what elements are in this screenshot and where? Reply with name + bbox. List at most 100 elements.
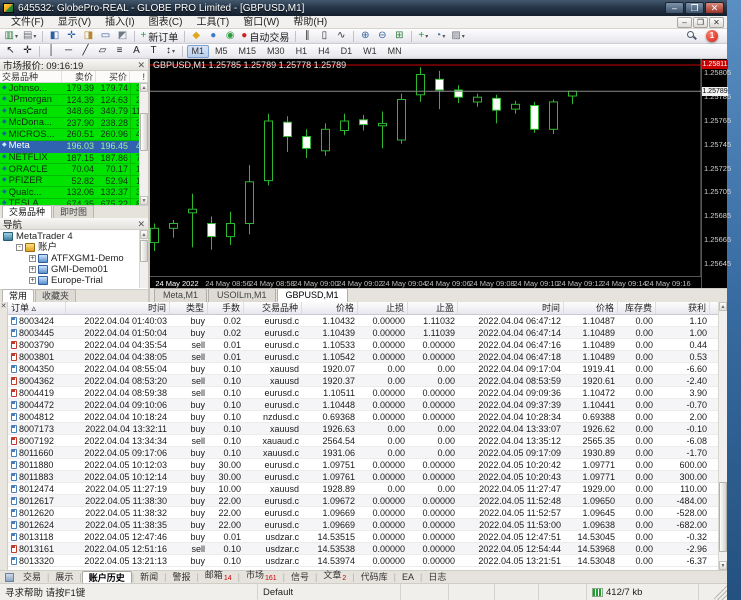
tree-expander-icon[interactable]: -: [16, 244, 23, 251]
order-row[interactable]: 80118832022.04.05 10:12:14buy30.00eurusd…: [8, 471, 718, 483]
menu-item-2[interactable]: 插入(I): [98, 16, 141, 29]
data-window-toggle[interactable]: ✛: [63, 30, 79, 43]
table-header-5[interactable]: 价格: [302, 302, 358, 314]
fibonacci-tool[interactable]: ≡: [112, 45, 128, 58]
order-row[interactable]: 80116602022.04.05 09:17:06buy0.10xauusd.…: [8, 447, 718, 459]
profiles-button[interactable]: ▤▾: [21, 30, 38, 43]
terminal-tab-1[interactable]: 展示: [49, 571, 79, 583]
menu-item-6[interactable]: 帮助(H): [286, 16, 334, 29]
scroll-down-icon[interactable]: ▼: [140, 196, 148, 205]
chart-tab-2[interactable]: GBPUSD,M1: [277, 288, 348, 302]
tree-expander-icon[interactable]: +: [29, 266, 36, 273]
text-tool[interactable]: A: [129, 45, 145, 58]
navigator-tab-1[interactable]: 收藏夹: [35, 289, 76, 302]
timeframe-h1-button[interactable]: H1: [291, 45, 313, 58]
market-watch-row[interactable]: ◆MICROS...260.51260.9645: [0, 129, 148, 141]
order-row[interactable]: 80071922022.04.04 13:34:34sell0.10xauaud…: [8, 435, 718, 447]
web-button[interactable]: ◉: [222, 30, 238, 43]
resize-grip[interactable]: [714, 584, 727, 600]
navigator-tab-0[interactable]: 常用: [2, 289, 34, 302]
scroll-thumb[interactable]: [719, 482, 727, 552]
scroll-up-icon[interactable]: ▲: [719, 302, 727, 311]
terminal-close-icon[interactable]: ✕: [1, 303, 7, 310]
chart-tab-0[interactable]: Meta,M1: [154, 288, 207, 302]
new-chart-button[interactable]: ▥▾: [3, 30, 20, 43]
new-order-button[interactable]: +新订单: [138, 30, 180, 43]
market-watch-column-0[interactable]: 交易品种: [0, 71, 62, 82]
time-axis[interactable]: 24 May 202224 May 08:5624 May 08:5824 Ma…: [150, 276, 701, 288]
timeframe-h4-button[interactable]: H4: [313, 45, 335, 58]
cursor-tool[interactable]: ↖: [3, 45, 19, 58]
terminal-tab-7[interactable]: 信号: [285, 571, 315, 583]
table-header-4[interactable]: 交易品种: [244, 302, 302, 314]
terminal-tab-2[interactable]: 账户历史: [82, 571, 132, 584]
market-watch-close-icon[interactable]: ✕: [137, 60, 145, 70]
order-row[interactable]: 80044192022.04.04 08:59:38sell0.10eurusd…: [8, 387, 718, 399]
terminal-toggle[interactable]: ▭: [97, 30, 113, 43]
community-button[interactable]: ●: [205, 30, 221, 43]
order-row[interactable]: 80038012022.04.04 04:38:05sell0.01eurusd…: [8, 351, 718, 363]
scroll-up-icon[interactable]: ▲: [140, 83, 148, 92]
navigator-toggle[interactable]: ◨: [80, 30, 96, 43]
market-watch-row[interactable]: ◆PFIZER52.8252.9412: [0, 176, 148, 188]
price-axis[interactable]: 1.258051.257851.257651.257451.257251.257…: [701, 59, 727, 288]
chart-bars-button[interactable]: ∥: [299, 30, 315, 43]
timeframe-mn-button[interactable]: MN: [383, 45, 407, 58]
timeframe-m1-button[interactable]: M1: [187, 45, 210, 58]
table-header-11[interactable]: 获利: [656, 302, 710, 314]
menu-item-1[interactable]: 显示(V): [51, 16, 98, 29]
menu-item-3[interactable]: 图表(C): [142, 16, 190, 29]
vertical-line-tool[interactable]: │: [44, 45, 60, 58]
market-watch-row[interactable]: ◆TESLA674.35675.2287: [0, 199, 148, 205]
horizontal-line-tool[interactable]: ─: [61, 45, 77, 58]
navigator-item-3[interactable]: +GMI-Demo01: [0, 264, 148, 275]
terminal-tab-9[interactable]: 代码库: [355, 571, 394, 583]
table-header-8[interactable]: 时间: [458, 302, 564, 314]
scroll-thumb[interactable]: [140, 240, 148, 262]
terminal-tab-10[interactable]: EA: [396, 571, 420, 583]
order-row[interactable]: 80034242022.04.04 01:40:03buy0.02eurusd.…: [8, 315, 718, 327]
terminal-tab-3[interactable]: 新闻: [134, 571, 164, 583]
order-row[interactable]: 80034452022.04.04 01:50:04buy0.02eurusd.…: [8, 327, 718, 339]
navigator-scrollbar[interactable]: ▲: [139, 230, 148, 288]
terminal-grid-icon[interactable]: [5, 573, 14, 582]
timeframe-m15-button[interactable]: M15: [234, 45, 262, 58]
search-icon[interactable]: [687, 31, 698, 42]
market-watch-row[interactable]: ◆Meta196.03196.4542: [0, 141, 148, 153]
label-tool[interactable]: T: [146, 45, 162, 58]
scroll-thumb[interactable]: [140, 113, 148, 151]
terminal-tab-11[interactable]: 日志: [422, 571, 452, 583]
navigator-close-icon[interactable]: ✕: [137, 219, 145, 229]
order-row[interactable]: 80044722022.04.04 09:10:06buy0.10eurusd.…: [8, 399, 718, 411]
expert-advisors-button[interactable]: ◆: [188, 30, 204, 43]
navigator-item-0[interactable]: MetaTrader 4: [0, 231, 148, 242]
order-row[interactable]: 80126242022.04.05 11:38:35buy22.00eurusd…: [8, 519, 718, 531]
trendline-tool[interactable]: ╱: [78, 45, 94, 58]
order-row[interactable]: 80124742022.04.05 11:27:19buy10.00xauusd…: [8, 483, 718, 495]
maximize-button[interactable]: ❐: [685, 2, 704, 14]
chart-restore-button[interactable]: ❐: [693, 17, 708, 28]
table-header-3[interactable]: 手数: [208, 302, 244, 314]
table-header-9[interactable]: 价格: [564, 302, 618, 314]
menu-item-5[interactable]: 窗口(W): [236, 16, 286, 29]
tree-expander-icon[interactable]: +: [29, 277, 36, 284]
terminal-scrollbar[interactable]: ▲▼: [718, 302, 727, 570]
market-watch-column-3[interactable]: !: [130, 71, 148, 82]
order-row[interactable]: 80043502022.04.04 08:55:04buy0.10xauusd1…: [8, 363, 718, 375]
market-watch-toggle[interactable]: ◧: [46, 30, 62, 43]
notification-badge[interactable]: 1: [706, 30, 718, 42]
tree-expander-icon[interactable]: +: [29, 255, 36, 262]
menu-item-0[interactable]: 文件(F): [4, 16, 51, 29]
table-header-6[interactable]: 止损: [358, 302, 408, 314]
scroll-up-icon[interactable]: ▲: [140, 230, 148, 239]
templates-button[interactable]: ▨▾: [449, 30, 466, 43]
navigator-item-2[interactable]: +ATFXGM1-Demo: [0, 253, 148, 264]
terminal-tab-0[interactable]: 交易: [17, 571, 47, 583]
zoom-in-button[interactable]: ⊕: [357, 30, 373, 43]
status-profile[interactable]: Default: [258, 584, 401, 600]
timeframe-m30-button[interactable]: M30: [262, 45, 290, 58]
zoom-out-button[interactable]: ⊖: [374, 30, 390, 43]
strategy-tester-toggle[interactable]: ◩: [114, 30, 130, 43]
indicators-button[interactable]: +▾: [415, 30, 431, 43]
arrows-tool[interactable]: ↕▾: [163, 45, 179, 58]
